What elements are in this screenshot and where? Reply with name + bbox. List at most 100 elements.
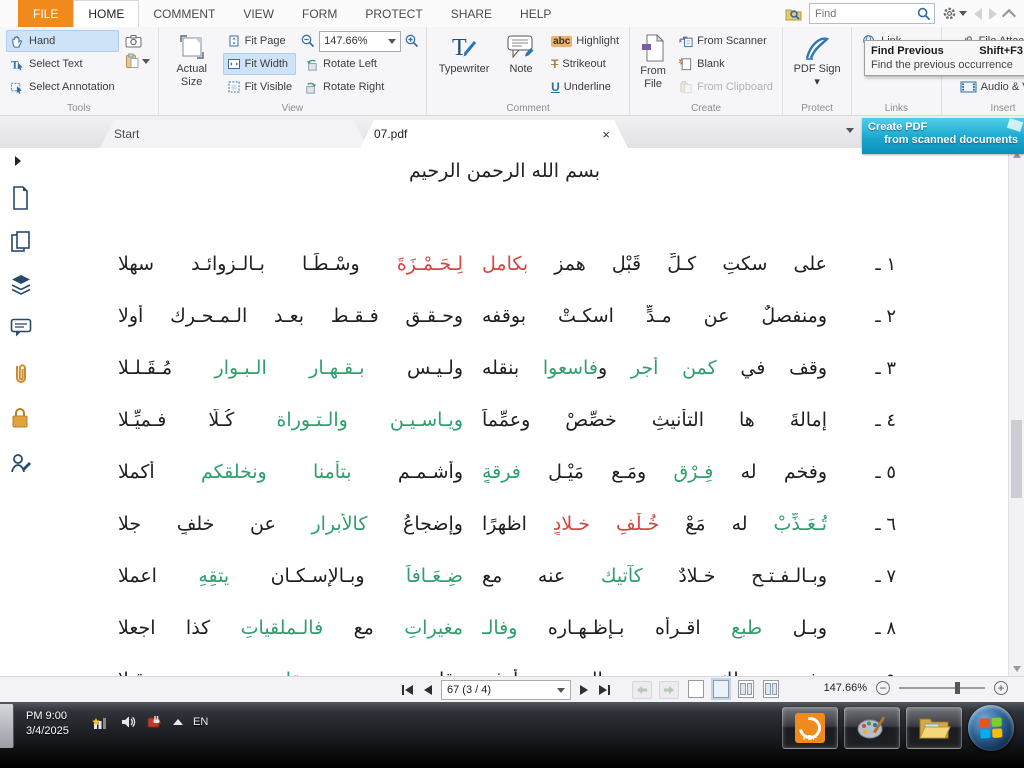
underline-button[interactable]: U Underline [547, 76, 623, 98]
audio-video-button[interactable]: Audio & Video [956, 76, 1024, 98]
scroll-down-icon[interactable] [1013, 666, 1021, 672]
fit-page-icon [227, 34, 241, 48]
last-page-button[interactable] [597, 683, 612, 697]
tab-file[interactable]: FILE [18, 0, 73, 27]
previous-view-button[interactable] [632, 681, 652, 699]
previous-page-button[interactable] [422, 683, 434, 697]
continuous-view-button[interactable] [713, 680, 729, 698]
volume-icon[interactable] [120, 714, 136, 730]
attachments-panel-icon[interactable] [10, 362, 30, 386]
pdf-sign-button[interactable]: PDF Sign ▾ [789, 30, 845, 101]
chevron-down-icon [959, 11, 967, 16]
pdf-sign-label: PDF Sign ▾ [793, 63, 841, 88]
tab-help[interactable]: HELP [506, 0, 565, 27]
rotate-right-button[interactable]: Rotate Right [300, 76, 420, 98]
from-clipboard-button[interactable]: From Clipboard [674, 76, 777, 98]
snapshot-button[interactable] [123, 32, 152, 50]
clipboard-button[interactable] [123, 51, 152, 71]
fit-page-button[interactable]: Fit Page [223, 30, 296, 52]
language-indicator[interactable]: EN [193, 716, 208, 728]
facing-view-button[interactable] [738, 680, 754, 698]
find-options-button[interactable] [942, 6, 967, 21]
zoom-combobox[interactable]: 147.66% [319, 31, 401, 52]
zoom-out-button[interactable] [300, 33, 316, 49]
show-desktop-button[interactable] [0, 704, 14, 748]
comments-panel-icon[interactable] [10, 318, 32, 338]
zoom-in-button[interactable]: + [994, 681, 1008, 695]
next-view-button[interactable] [659, 681, 679, 699]
typewriter-button[interactable]: T Typewriter [433, 30, 495, 101]
tab-start[interactable]: Start [100, 120, 368, 148]
zoom-out-button[interactable]: − [876, 681, 890, 695]
create-pdf-promo-banner[interactable]: Create PDF from scanned documents [862, 118, 1024, 154]
tab-protect[interactable]: PROTECT [351, 0, 436, 27]
digital-signatures-panel-icon[interactable] [10, 452, 32, 476]
taskbar-clock[interactable]: PM 9:00 3/4/2025 [26, 709, 69, 740]
fit-width-button[interactable]: Fit Width [223, 53, 296, 75]
highlight-button[interactable]: abc Highlight [547, 30, 623, 52]
taskbar-paint-button[interactable] [844, 707, 900, 749]
tab-home[interactable]: HOME [73, 0, 139, 27]
zoom-in-button[interactable] [404, 33, 420, 49]
fit-visible-button[interactable]: Fit Visible [223, 76, 296, 98]
tooltip-shortcut: Shift+F3 [979, 45, 1023, 57]
layers-icon[interactable] [10, 274, 32, 296]
actual-size-button[interactable]: Actual Size [165, 30, 219, 101]
tab-list-dropdown-icon[interactable] [846, 128, 854, 133]
rotate-left-button[interactable]: Rotate Left [300, 53, 420, 75]
fit-width-icon [227, 57, 241, 71]
tab-form[interactable]: FORM [288, 0, 351, 27]
tab-view[interactable]: VIEW [229, 0, 288, 27]
verse-row: ٨ ـوبـل طبع اقـرأه بـإظـهـاره وفالـمغيرا… [118, 602, 896, 654]
vertical-scrollbar[interactable] [1008, 148, 1024, 676]
single-page-view-button[interactable] [688, 680, 704, 698]
hemistich-left: وقل بقادر قتلا [118, 669, 463, 676]
select-annotation-button[interactable]: Select Annotation [6, 76, 119, 98]
find-next-button[interactable] [989, 8, 997, 20]
typewriter-icon: T [449, 33, 479, 61]
audio-video-icon [960, 80, 977, 94]
network-icon[interactable] [92, 714, 110, 730]
hand-tool-button[interactable]: Hand [6, 30, 119, 52]
tab-comment[interactable]: COMMENT [139, 0, 229, 27]
find-input[interactable] [813, 7, 917, 21]
tab-document[interactable]: 07.pdf × [360, 120, 628, 148]
blank-button[interactable]: Blank [674, 53, 777, 75]
find-in-document-icon[interactable] [785, 6, 802, 21]
continuous-facing-view-button[interactable] [763, 680, 779, 698]
from-scanner-label: From Scanner [697, 35, 767, 47]
taskbar-foxit-button[interactable]: PDF [782, 707, 838, 749]
find-previous-button[interactable] [974, 8, 982, 20]
security-panel-icon[interactable] [10, 406, 30, 430]
chevron-down-icon [557, 688, 565, 693]
next-page-button[interactable] [578, 683, 590, 697]
group-label-protect: Protect [783, 103, 851, 114]
note-label: Note [509, 63, 532, 76]
start-button[interactable] [968, 705, 1014, 751]
scrollbar-thumb[interactable] [1011, 420, 1022, 498]
tab-share[interactable]: SHARE [437, 0, 506, 27]
zoom-slider[interactable] [899, 687, 985, 689]
first-page-button[interactable] [400, 683, 415, 697]
page-number-combobox[interactable]: 67 (3 / 4) [441, 680, 571, 700]
zoom-slider-handle[interactable] [955, 682, 960, 694]
battery-icon[interactable] [146, 714, 163, 730]
search-icon[interactable] [917, 7, 931, 21]
note-button[interactable]: Note [499, 30, 543, 101]
from-scanner-button[interactable]: From Scanner [674, 30, 777, 52]
show-hidden-icons-button[interactable] [173, 719, 183, 725]
group-view: Actual Size Fit Page Fit Width Fit Visib… [159, 27, 427, 115]
collapse-ribbon-icon[interactable] [1002, 8, 1016, 22]
underline-icon: U [551, 80, 560, 94]
verse-number: ٥ ـ [846, 462, 896, 483]
strikeout-button[interactable]: T Strikeout [547, 53, 623, 75]
from-file-button[interactable]: From File [636, 30, 670, 101]
select-text-button[interactable]: T Select Text [6, 53, 119, 75]
hemistich-right: تُـعَـذِّبْ له مَعْ خُـلْفِ خـلادٍ اظهرً… [482, 513, 827, 535]
close-tab-icon[interactable]: × [598, 127, 614, 142]
taskbar-explorer-button[interactable] [906, 707, 962, 749]
pages-icon[interactable] [10, 230, 32, 254]
page-thumbnails-icon[interactable] [10, 186, 30, 210]
camera-icon [125, 34, 142, 48]
verse-row: ٥ ـوفخم له فِـرْقٍ ومَـع مَيْـلِ فرقةٍوأ… [118, 446, 896, 498]
